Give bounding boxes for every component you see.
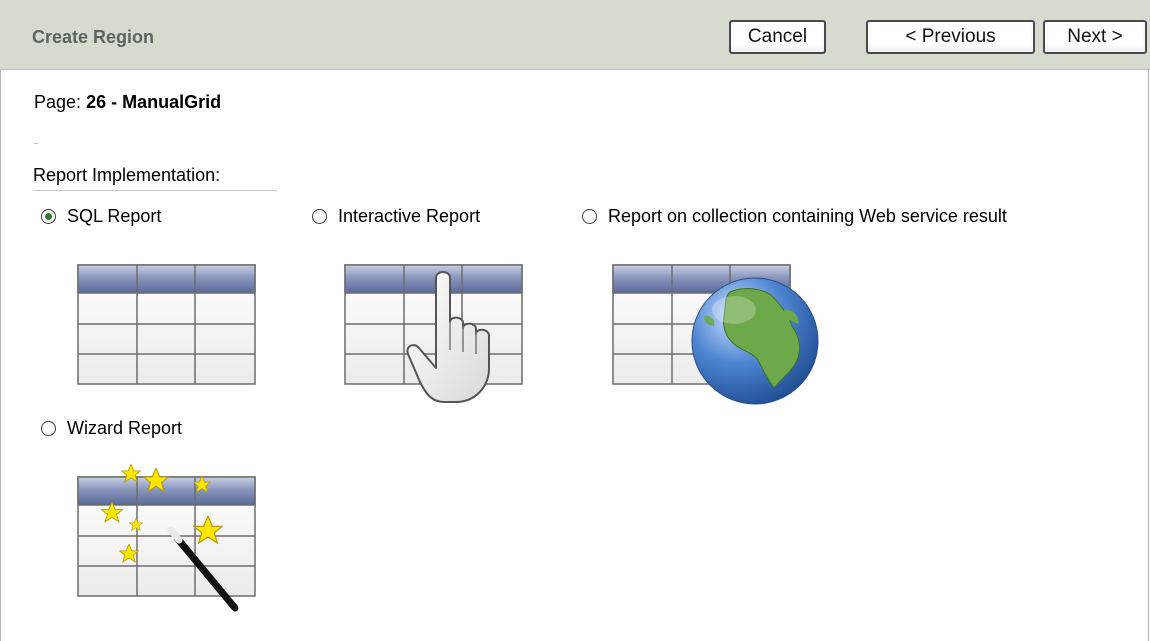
page-info-value: 26 - ManualGrid (86, 92, 222, 112)
option-web-service-report-label[interactable]: Report on collection containing Web serv… (608, 206, 1007, 227)
option-interactive-report[interactable]: Interactive Report (312, 206, 480, 227)
radio-web-service-report[interactable] (582, 209, 597, 224)
previous-button[interactable]: < Previous (866, 20, 1035, 54)
wizard-header: Create Region Cancel < Previous Next > (0, 0, 1150, 70)
option-interactive-report-label[interactable]: Interactive Report (338, 206, 480, 227)
radio-sql-report[interactable] (41, 209, 56, 224)
option-web-service-report[interactable]: Report on collection containing Web serv… (582, 206, 1007, 227)
option-sql-report-label[interactable]: SQL Report (67, 206, 161, 227)
table-globe-icon[interactable] (612, 264, 822, 411)
report-implementation-label: Report Implementation: (33, 165, 277, 191)
divider-mark (34, 143, 38, 144)
option-sql-report[interactable]: SQL Report (41, 206, 161, 227)
page-info-label: Page: (34, 92, 82, 112)
option-wizard-report[interactable]: Wizard Report (41, 418, 182, 439)
cancel-button[interactable]: Cancel (729, 20, 826, 54)
table-magic-wand-icon[interactable] (77, 458, 277, 623)
option-wizard-report-label[interactable]: Wizard Report (67, 418, 182, 439)
table-hand-pointer-icon[interactable] (344, 264, 524, 411)
page-info: Page: 26 - ManualGrid (34, 92, 221, 113)
radio-wizard-report[interactable] (41, 421, 56, 436)
page-title: Create Region (32, 27, 155, 47)
next-button[interactable]: Next > (1043, 20, 1147, 54)
table-grid-icon[interactable] (77, 264, 257, 391)
radio-interactive-report[interactable] (312, 209, 327, 224)
